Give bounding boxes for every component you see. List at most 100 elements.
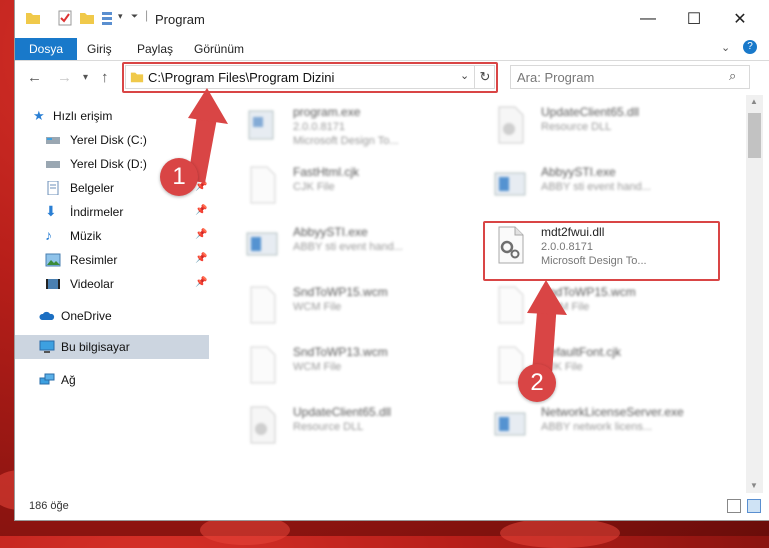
file-icon xyxy=(250,286,276,324)
pin-icon[interactable]: 📌 xyxy=(195,229,207,240)
tab-view[interactable]: Görünüm xyxy=(194,38,244,60)
back-arrow-icon[interactable]: ← xyxy=(27,69,42,86)
title-divider: | xyxy=(145,8,149,22)
file-icon xyxy=(250,166,276,204)
pictures-icon xyxy=(45,253,61,267)
scrollbar-thumb[interactable] xyxy=(748,113,761,158)
file-name: SndToWP15.wcm xyxy=(541,285,636,299)
file-name: SndToWP13.wcm xyxy=(293,345,388,359)
documents-icon xyxy=(47,181,59,195)
sidebar-item-this-pc[interactable]: Bu bilgisayar xyxy=(15,335,209,359)
sidebar-item-label: Yerel Disk (C:) xyxy=(70,133,147,147)
dll-icon xyxy=(250,406,276,444)
tab-file[interactable]: Dosya xyxy=(15,38,78,60)
file-highlight xyxy=(483,221,720,281)
forward-arrow-icon[interactable]: → xyxy=(57,69,72,86)
exe-icon xyxy=(494,412,526,436)
network-icon xyxy=(39,373,55,385)
star-icon: ★ xyxy=(33,108,45,123)
file-icon xyxy=(250,346,276,384)
file-type: WCM File xyxy=(293,361,342,373)
videos-icon xyxy=(46,279,60,289)
file-item[interactable]: AbbyySTI.exe ABBY sti event hand... xyxy=(493,163,723,213)
window-title: Program xyxy=(155,12,205,27)
pin-icon[interactable]: 📌 xyxy=(195,277,207,288)
sidebar-item-label: Videolar xyxy=(70,277,114,291)
up-arrow-icon[interactable]: ↑ xyxy=(101,69,109,86)
file-version: 2.0.0.8171 xyxy=(293,121,345,133)
details-view-icon[interactable] xyxy=(727,499,741,513)
chevron-down-icon[interactable]: ▾ xyxy=(118,11,123,22)
close-button[interactable]: ✕ xyxy=(717,5,763,33)
new-folder-icon[interactable] xyxy=(79,10,95,26)
file-item[interactable]: NetworkLicenseServer.exe ABBY network li… xyxy=(493,403,723,453)
search-icon[interactable]: ⌕ xyxy=(729,68,736,84)
scroll-up-icon[interactable]: ▲ xyxy=(750,97,758,106)
file-name: UpdateClient65.dll xyxy=(541,105,640,119)
file-item[interactable]: SndToWP13.wcm WCM File xyxy=(245,343,475,393)
sidebar-item-label: Belgeler xyxy=(70,181,115,195)
music-icon: ♪ xyxy=(45,227,52,243)
cloud-icon xyxy=(39,311,55,320)
file-description: Microsoft Design To... xyxy=(293,135,399,147)
expand-ribbon-icon[interactable]: ⌄ xyxy=(721,41,730,54)
properties-icon[interactable] xyxy=(57,10,73,26)
maximize-button[interactable]: ☐ xyxy=(671,5,717,33)
file-description: ABBY network licens... xyxy=(541,421,653,433)
file-name: program.exe xyxy=(293,105,361,119)
background-leaf xyxy=(500,518,620,548)
item-count: 186 öğe xyxy=(29,500,69,512)
sidebar-item-label: İndirmeler xyxy=(70,205,124,219)
file-name: UpdateClient65.dll xyxy=(293,405,392,419)
file-item[interactable]: AbbyySTI.exe ABBY sti event hand... xyxy=(245,223,475,273)
file-name: DefaultFont.cjk xyxy=(541,345,622,359)
folder-icon xyxy=(26,13,40,24)
sidebar-item-network[interactable]: Ağ xyxy=(15,368,209,392)
sidebar-item-label: Yerel Disk (D:) xyxy=(70,157,147,171)
pin-icon[interactable]: 📌 xyxy=(195,157,207,168)
file-item[interactable]: UpdateClient65.dll Resource DLL xyxy=(245,403,475,453)
file-type: Resource DLL xyxy=(541,121,612,133)
ribbon-tabs: Dosya Giriş Paylaş Görünüm ⌄ ? xyxy=(15,38,769,61)
file-description: ABBY sti event hand... xyxy=(541,181,651,193)
scroll-down-icon[interactable]: ▼ xyxy=(750,481,758,490)
sidebar-item-downloads[interactable]: ⬇ İndirmeler 📌 xyxy=(15,200,209,224)
file-name: AbbyySTI.exe xyxy=(293,225,368,239)
sidebar-item-disk-c[interactable]: Yerel Disk (C:) 📌 xyxy=(15,128,209,152)
dll-icon xyxy=(498,106,524,144)
file-name: NetworkLicenseServer.exe xyxy=(541,405,684,419)
file-item[interactable]: program.exe 2.0.0.8171 Microsoft Design … xyxy=(245,103,475,153)
sidebar-item-pictures[interactable]: Resimler 📌 xyxy=(15,248,209,272)
computer-icon xyxy=(39,340,55,353)
help-icon[interactable]: ? xyxy=(743,40,757,54)
sidebar-item-label: Müzik xyxy=(70,229,102,243)
sidebar-item-videos[interactable]: Videolar 📌 xyxy=(15,272,209,296)
file-name: AbbyySTI.exe xyxy=(541,165,616,179)
title-bar: ▾ ⏷ | Program — ☐ ✕ xyxy=(15,0,769,38)
exe-icon xyxy=(246,232,278,256)
vertical-scrollbar[interactable]: ▲ ▼ xyxy=(746,95,763,493)
minimize-button[interactable]: — xyxy=(625,5,671,33)
sidebar-item-quick-access[interactable]: ★ Hızlı erişim xyxy=(15,104,209,128)
pin-icon[interactable]: 📌 xyxy=(195,205,207,216)
sidebar-item-label: Bu bilgisayar xyxy=(61,340,130,354)
file-icon xyxy=(498,286,524,324)
sidebar-item-label: OneDrive xyxy=(61,309,112,323)
file-item[interactable]: SndToWP15.wcm WCM File xyxy=(493,283,723,333)
pin-icon[interactable]: 📌 xyxy=(195,253,207,264)
file-item[interactable]: FastHtml.cjk CJK File xyxy=(245,163,475,213)
file-name: SndToWP15.wcm xyxy=(293,285,388,299)
recent-locations-icon[interactable]: ▾ xyxy=(83,72,88,83)
tab-home[interactable]: Giriş xyxy=(87,38,112,60)
quick-access-toolbar-icon[interactable] xyxy=(101,10,117,26)
customize-toolbar-icon[interactable]: ⏷ xyxy=(131,11,138,22)
tab-share[interactable]: Paylaş xyxy=(137,38,173,60)
explorer-window: ▾ ⏷ | Program — ☐ ✕ Dosya Giriş Paylaş G… xyxy=(15,0,769,520)
sidebar-item-music[interactable]: ♪ Müzik 📌 xyxy=(15,224,209,248)
pin-icon[interactable]: 📌 xyxy=(195,133,207,144)
file-item[interactable]: UpdateClient65.dll Resource DLL xyxy=(493,103,723,153)
file-item[interactable]: SndToWP15.wcm WCM File xyxy=(245,283,475,333)
large-icons-view-icon[interactable] xyxy=(747,499,761,513)
sidebar-item-onedrive[interactable]: OneDrive xyxy=(15,304,209,328)
search-input[interactable]: Ara: Program ⌕ xyxy=(510,65,750,89)
